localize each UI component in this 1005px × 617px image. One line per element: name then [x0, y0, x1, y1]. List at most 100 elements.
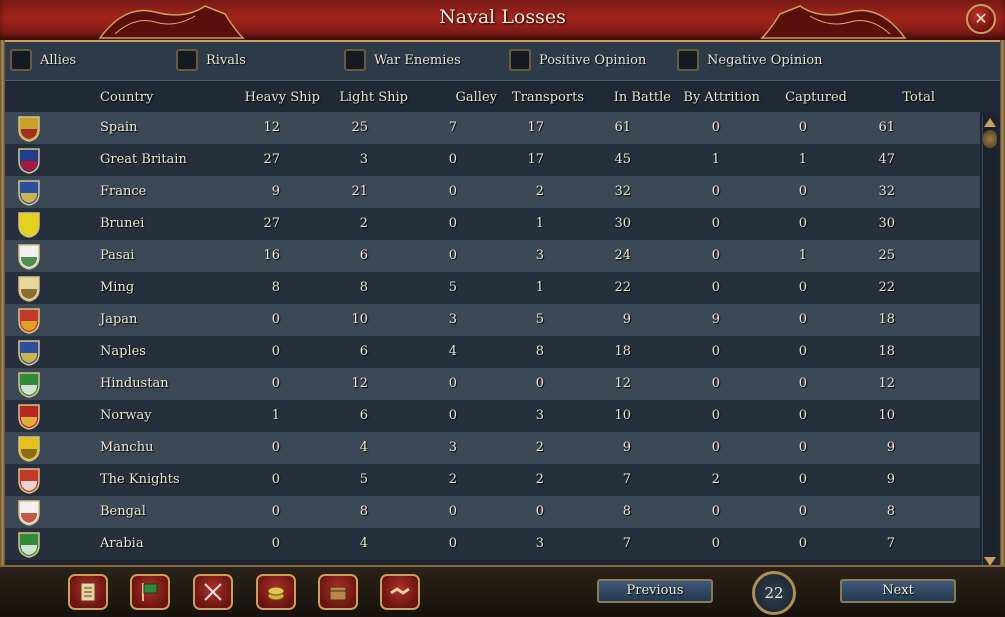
filter-label: Rivals: [206, 53, 246, 68]
great-britain-flag-icon[interactable]: [17, 147, 41, 174]
table-row[interactable]: Pasai 16 6 0 3 24 0 1 25: [5, 240, 980, 272]
cell-in-battle: 10: [614, 408, 631, 423]
country-name[interactable]: Bengal: [100, 504, 146, 519]
country-name[interactable]: The Knights: [100, 472, 180, 487]
cell-light-ship: 6: [359, 408, 368, 423]
table-row[interactable]: Manchu 0 4 3 2 9 0 0 9: [5, 432, 980, 464]
country-name[interactable]: Brunei: [100, 216, 144, 231]
next-button[interactable]: Next: [840, 579, 956, 603]
scroll-up-icon[interactable]: [984, 118, 996, 127]
cell-galley: 0: [448, 216, 457, 231]
norway-flag-icon[interactable]: [17, 403, 41, 430]
country-name[interactable]: Naples: [100, 344, 146, 359]
cell-in-battle: 30: [614, 216, 631, 231]
country-name[interactable]: Spain: [100, 120, 138, 135]
cell-by-attrition: 2: [711, 472, 720, 487]
country-name[interactable]: Pasai: [100, 248, 135, 263]
table-row[interactable]: Hindustan 0 12 0 0 12 0 0 12: [5, 368, 980, 400]
military-button[interactable]: [193, 574, 233, 610]
cell-by-attrition: 9: [711, 312, 720, 327]
checkbox-negative-opinion[interactable]: [677, 49, 699, 71]
country-name[interactable]: Great Britain: [100, 152, 187, 167]
cell-in-battle: 9: [622, 312, 631, 327]
country-name[interactable]: France: [100, 184, 146, 199]
cell-heavy-ship: 9: [271, 184, 280, 199]
column-header-total[interactable]: Total: [902, 90, 935, 105]
flag-button[interactable]: [130, 574, 170, 610]
column-header-heavy-ship[interactable]: Heavy Ship: [245, 90, 320, 105]
table-row[interactable]: Spain 12 25 7 17 61 0 0 61: [5, 112, 980, 144]
previous-button[interactable]: Previous: [597, 579, 713, 603]
cell-captured: 0: [798, 376, 807, 391]
table-row[interactable]: Ming 8 8 5 1 22 0 0 22: [5, 272, 980, 304]
cell-transports: 2: [535, 472, 544, 487]
checkbox-rivals[interactable]: [176, 49, 198, 71]
cell-by-attrition: 0: [711, 376, 720, 391]
france-flag-icon[interactable]: [17, 179, 41, 206]
cell-by-attrition: 0: [711, 216, 720, 231]
column-header-country[interactable]: Country: [100, 90, 153, 105]
cell-transports: 3: [535, 536, 544, 551]
cell-galley: 0: [448, 408, 457, 423]
scrollbar[interactable]: [982, 116, 997, 568]
diplomacy-button[interactable]: [380, 574, 420, 610]
country-name[interactable]: Arabia: [100, 536, 144, 551]
table-row[interactable]: Brunei 27 2 0 1 30 0 0 30: [5, 208, 980, 240]
the-knights-flag-icon[interactable]: [17, 467, 41, 494]
cell-light-ship: 5: [359, 472, 368, 487]
checkbox-positive-opinion[interactable]: [509, 49, 531, 71]
table-row[interactable]: The Knights 0 5 2 2 7 2 0 9: [5, 464, 980, 496]
cell-total: 10: [878, 408, 895, 423]
table-row[interactable]: Bengal 0 8 0 0 8 0 0 8: [5, 496, 980, 528]
economy-button[interactable]: [256, 574, 296, 610]
column-header-by-attrition[interactable]: By Attrition: [683, 90, 760, 105]
ming-flag-icon[interactable]: [17, 275, 41, 302]
cell-galley: 7: [448, 120, 457, 135]
cell-transports: 2: [535, 184, 544, 199]
country-name[interactable]: Hindustan: [100, 376, 169, 391]
country-name[interactable]: Manchu: [100, 440, 153, 455]
cell-in-battle: 22: [614, 280, 631, 295]
country-name[interactable]: Norway: [100, 408, 152, 423]
cell-transports: 3: [535, 248, 544, 263]
naples-flag-icon[interactable]: [17, 339, 41, 366]
cell-galley: 4: [448, 344, 457, 359]
frame-right: [1000, 40, 1005, 575]
table-row[interactable]: Great Britain 27 3 0 17 45 1 1 47: [5, 144, 980, 176]
checkbox-war-enemies[interactable]: [344, 49, 366, 71]
column-header-in-battle[interactable]: In Battle: [614, 90, 671, 105]
pasai-flag-icon[interactable]: [17, 243, 41, 270]
column-header-captured[interactable]: Captured: [785, 90, 847, 105]
table-row[interactable]: Norway 1 6 0 3 10 0 0 10: [5, 400, 980, 432]
table-row[interactable]: Naples 0 6 4 8 18 0 0 18: [5, 336, 980, 368]
hindustan-flag-icon[interactable]: [17, 371, 41, 398]
table-row[interactable]: France 9 21 0 2 32 0 0 32: [5, 176, 980, 208]
brunei-flag-icon[interactable]: [17, 211, 41, 238]
spain-flag-icon[interactable]: [17, 115, 41, 142]
trade-button[interactable]: [318, 574, 358, 610]
column-header-transports[interactable]: Transports: [512, 90, 584, 105]
scroll-thumb[interactable]: [983, 130, 997, 148]
ledger-button[interactable]: [68, 574, 108, 610]
title-bar: Naval Losses ✕: [0, 0, 1005, 42]
checkbox-allies[interactable]: [10, 49, 32, 71]
close-button[interactable]: ✕: [966, 4, 996, 34]
cell-galley: 0: [448, 248, 457, 263]
cell-total: 30: [878, 216, 895, 231]
column-header-galley[interactable]: Galley: [456, 90, 498, 105]
country-name[interactable]: Japan: [100, 312, 137, 327]
arabia-flag-icon[interactable]: [17, 531, 41, 558]
ledger-icon: [80, 582, 96, 602]
column-header-light-ship[interactable]: Light Ship: [339, 90, 408, 105]
flag-icon: [142, 583, 158, 601]
country-name[interactable]: Ming: [100, 280, 134, 295]
cell-by-attrition: 0: [711, 248, 720, 263]
cell-galley: 0: [448, 504, 457, 519]
cell-light-ship: 2: [359, 216, 368, 231]
table-row[interactable]: Japan 0 10 3 5 9 9 0 18: [5, 304, 980, 336]
table-row[interactable]: Arabia 0 4 0 3 7 0 0 7: [5, 528, 980, 560]
bengal-flag-icon[interactable]: [17, 499, 41, 526]
manchu-flag-icon[interactable]: [17, 435, 41, 462]
losses-table-body: Spain 12 25 7 17 61 0 0 61 Great Britain 27 3 0 17 45 1…: [5, 112, 980, 560]
japan-flag-icon[interactable]: [17, 307, 41, 334]
